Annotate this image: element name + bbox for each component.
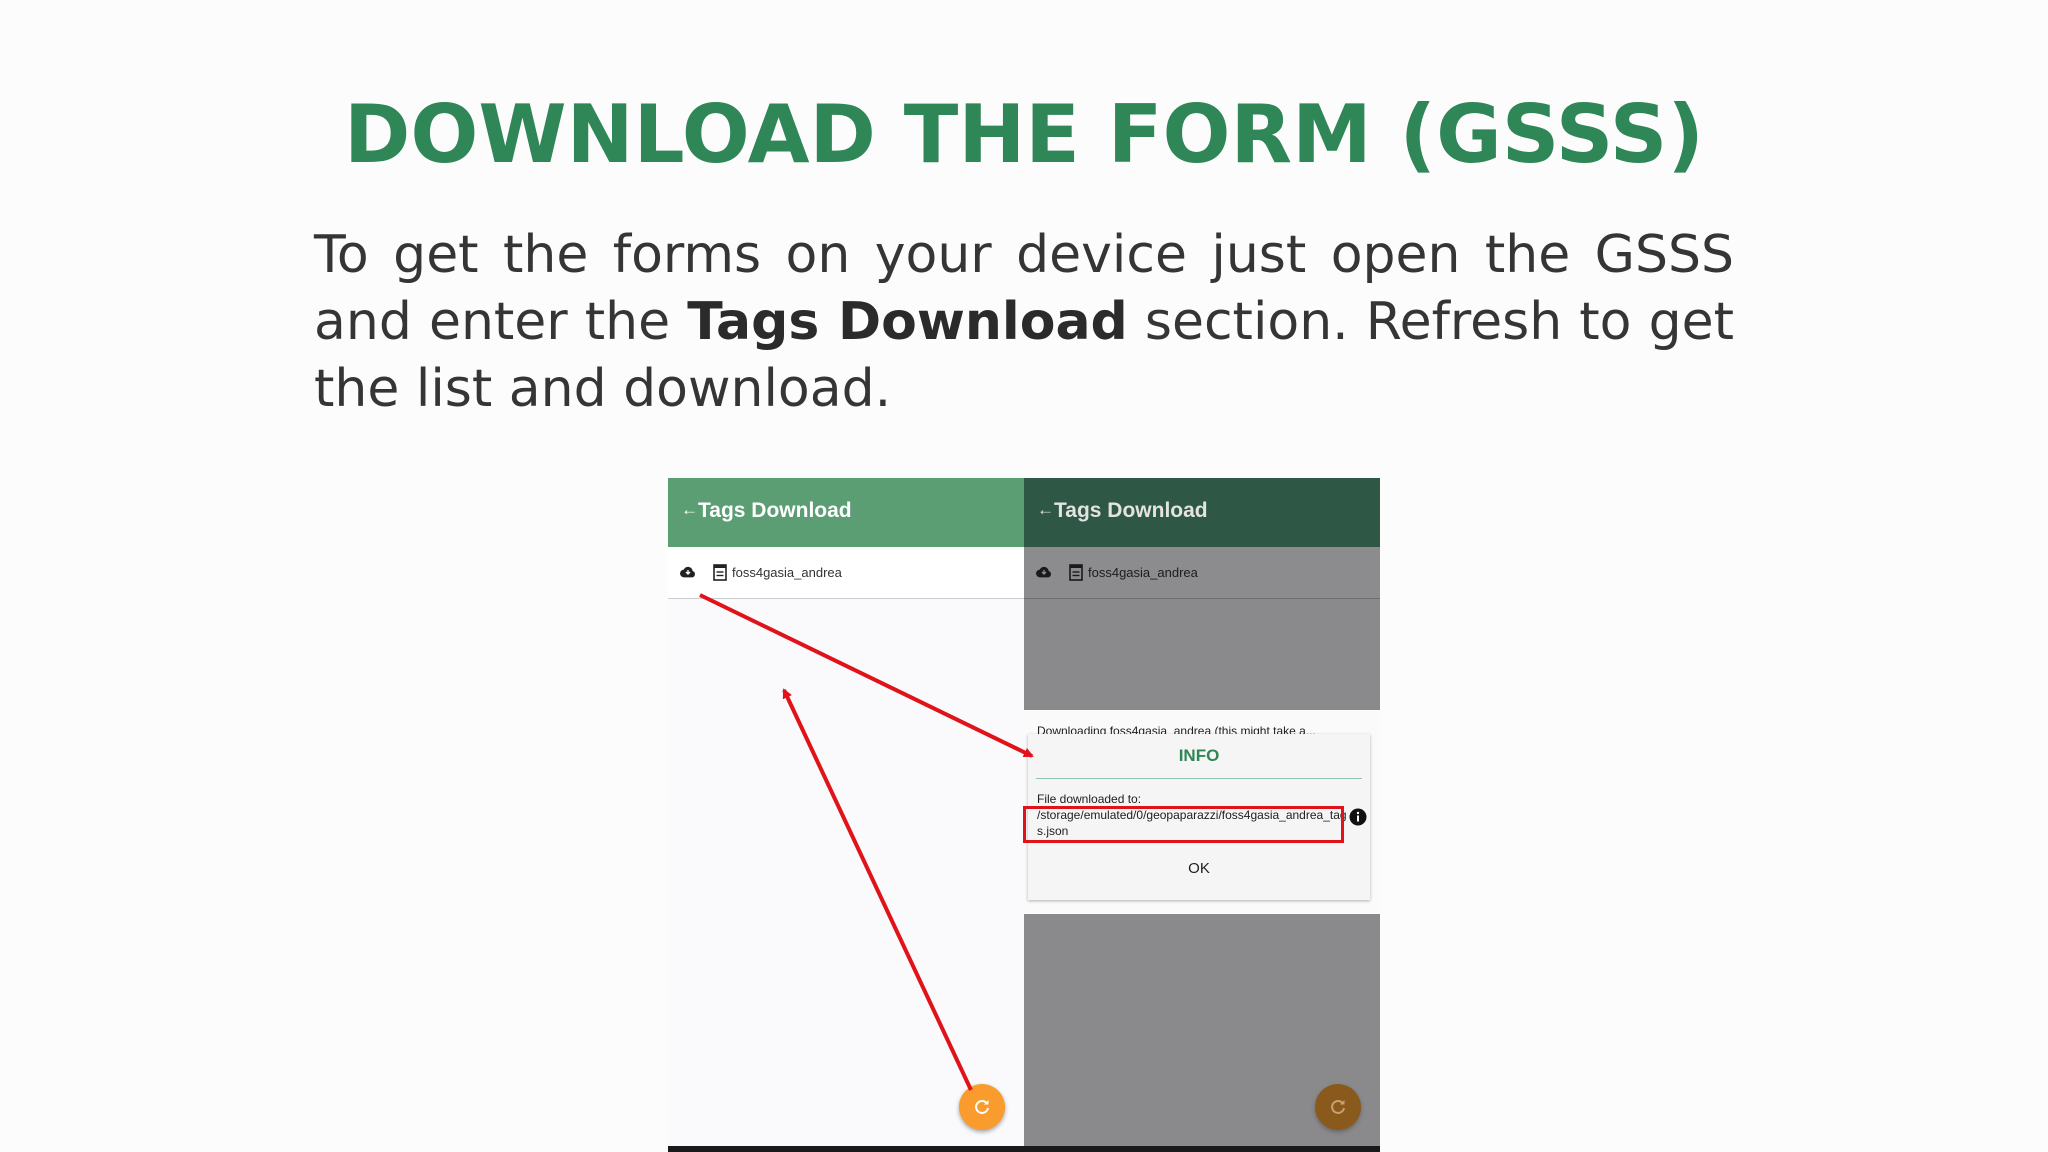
app-bar: ← Tags Download: [1024, 478, 1380, 547]
cloud-download-icon[interactable]: [1036, 566, 1052, 578]
app-bar-title: Tags Download: [698, 499, 852, 522]
refresh-icon: [1331, 1099, 1345, 1114]
file-path-highlight: [1023, 806, 1344, 843]
ok-button[interactable]: OK: [1028, 860, 1370, 877]
slide-body: To get the forms on your device just ope…: [314, 222, 1734, 423]
back-arrow-icon[interactable]: ←: [1037, 500, 1054, 520]
nav-bar: [1024, 1146, 1380, 1152]
slide-body-bold: Tags Download: [687, 292, 1128, 352]
tag-list-item-label: foss4gasia_andrea: [1088, 565, 1198, 580]
info-icon: [1349, 808, 1367, 826]
refresh-button[interactable]: [959, 1084, 1005, 1130]
divider: [1036, 778, 1362, 779]
nav-bar: [668, 1146, 1024, 1152]
slide-title: DOWNLOAD THE FORM (GSSS): [344, 88, 1704, 181]
app-bar-title: Tags Download: [1054, 499, 1208, 522]
tag-list-item[interactable]: foss4gasia_andrea: [668, 547, 1024, 599]
refresh-icon: [975, 1099, 989, 1114]
app-bar: ← Tags Download: [668, 478, 1024, 547]
form-icon: [713, 564, 727, 581]
refresh-button[interactable]: [1315, 1084, 1361, 1130]
info-dialog-title: INFO: [1178, 746, 1220, 765]
info-dialog-label: File downloaded to:: [1037, 792, 1142, 806]
tags-download-screen-left: ← Tags Download foss4gasia_andrea: [668, 478, 1024, 1152]
downloading-message: Downloading foss4gasia_andrea (this migh…: [1037, 724, 1316, 734]
back-arrow-icon[interactable]: ←: [681, 500, 698, 520]
tag-list-item[interactable]: foss4gasia_andrea: [1024, 547, 1380, 599]
cloud-download-icon[interactable]: [680, 566, 696, 578]
tag-list-item-label: foss4gasia_andrea: [732, 565, 842, 580]
form-icon: [1069, 564, 1083, 581]
